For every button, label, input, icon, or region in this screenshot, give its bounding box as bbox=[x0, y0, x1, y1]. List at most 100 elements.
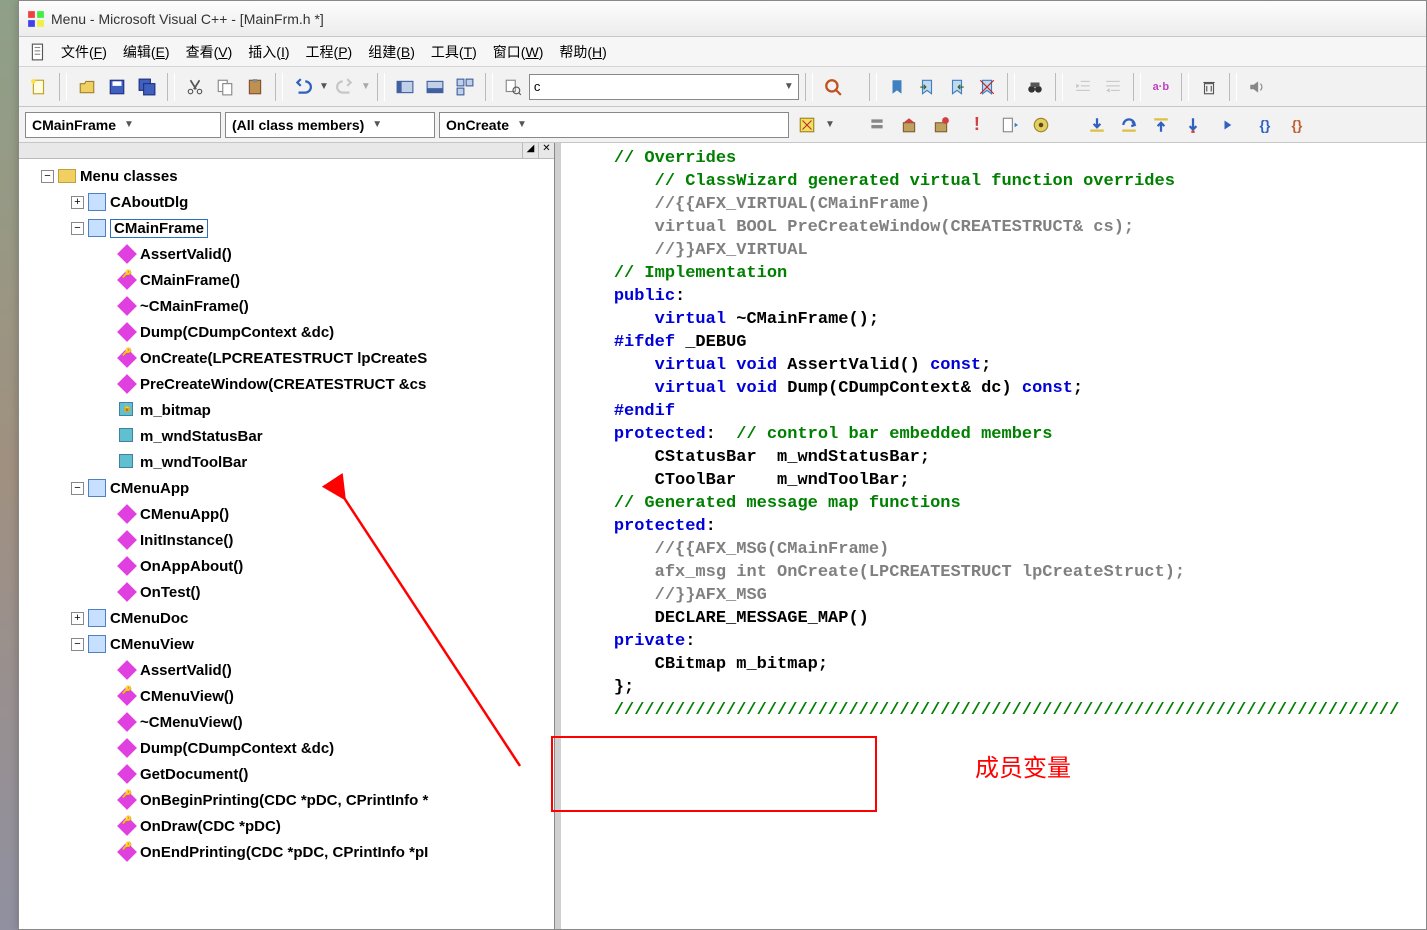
paste-button[interactable] bbox=[241, 73, 269, 101]
tree-node[interactable]: Dump(CDumpContext &dc) bbox=[23, 735, 550, 761]
bookmark-prev-button[interactable] bbox=[943, 73, 971, 101]
class-tree[interactable]: −Menu classes+CAboutDlg−CMainFrameAssert… bbox=[19, 159, 554, 929]
redo-button[interactable] bbox=[331, 73, 359, 101]
tree-node[interactable]: AssertValid() bbox=[23, 657, 550, 683]
cut-button[interactable] bbox=[181, 73, 209, 101]
tree-label[interactable]: CMenuView bbox=[110, 636, 194, 653]
execute-button[interactable]: ! bbox=[963, 111, 991, 139]
tree-label[interactable]: CMenuApp bbox=[110, 480, 189, 497]
tree-node[interactable]: Dump(CDumpContext &dc) bbox=[23, 319, 550, 345]
pane-maximize-button[interactable]: ◢ bbox=[522, 143, 538, 159]
save-button[interactable] bbox=[103, 73, 131, 101]
tree-node[interactable]: CMainFrame() bbox=[23, 267, 550, 293]
workspace-button[interactable] bbox=[391, 73, 419, 101]
tree-label[interactable]: CMainFrame bbox=[110, 219, 208, 238]
menu-t[interactable]: 工具(T) bbox=[423, 39, 485, 65]
go-button[interactable] bbox=[995, 111, 1023, 139]
tree-node[interactable]: OnTest() bbox=[23, 579, 550, 605]
step-over-button[interactable] bbox=[1115, 111, 1143, 139]
wizard-action-button[interactable] bbox=[793, 111, 821, 139]
tree-label[interactable]: GetDocument() bbox=[140, 766, 248, 783]
tree-label[interactable]: m_bitmap bbox=[140, 402, 211, 419]
find-button[interactable] bbox=[819, 73, 847, 101]
pane-close-button[interactable]: ✕ bbox=[538, 143, 554, 159]
tree-label[interactable]: InitInstance() bbox=[140, 532, 233, 549]
tree-node[interactable]: ~CMenuView() bbox=[23, 709, 550, 735]
tree-label[interactable]: OnAppAbout() bbox=[140, 558, 243, 575]
tree-label[interactable]: m_wndToolBar bbox=[140, 454, 247, 471]
tree-label[interactable]: Dump(CDumpContext &dc) bbox=[140, 740, 334, 757]
tree-label[interactable]: PreCreateWindow(CREATESTRUCT &cs bbox=[140, 376, 426, 393]
delete-button[interactable] bbox=[1195, 73, 1223, 101]
ab-button[interactable]: a·b bbox=[1147, 73, 1175, 101]
tree-label[interactable]: Menu classes bbox=[80, 168, 178, 185]
tree-node[interactable]: InitInstance() bbox=[23, 527, 550, 553]
tree-node[interactable]: GetDocument() bbox=[23, 761, 550, 787]
find-combo[interactable]: c ▼ bbox=[529, 74, 799, 100]
tree-node[interactable]: CMenuApp() bbox=[23, 501, 550, 527]
tree-node[interactable]: OnAppAbout() bbox=[23, 553, 550, 579]
tree-label[interactable]: CMenuApp() bbox=[140, 506, 229, 523]
tree-label[interactable]: ~CMenuView() bbox=[140, 714, 243, 731]
tree-toggle[interactable]: − bbox=[41, 170, 54, 183]
menu-f[interactable]: 文件(F) bbox=[53, 39, 115, 65]
binoculars-button[interactable] bbox=[1021, 73, 1049, 101]
tree-node[interactable]: OnEndPrinting(CDC *pDC, CPrintInfo *pI bbox=[23, 839, 550, 865]
tree-node[interactable]: − Menu classes bbox=[23, 163, 550, 189]
menu-e[interactable]: 编辑(E) bbox=[115, 39, 178, 65]
tree-node[interactable]: −CMainFrame bbox=[23, 215, 550, 241]
tree-node[interactable]: ~CMainFrame() bbox=[23, 293, 550, 319]
tree-toggle[interactable]: − bbox=[71, 482, 84, 495]
run-to-cursor-button[interactable] bbox=[1179, 111, 1207, 139]
code-editor-pane[interactable]: // Overrides // ClassWizard generated vi… bbox=[561, 143, 1426, 929]
indent-button[interactable] bbox=[1069, 73, 1097, 101]
build-button[interactable] bbox=[895, 111, 923, 139]
tree-toggle[interactable]: + bbox=[71, 196, 84, 209]
filter-dropdown[interactable]: (All class members) ▼ bbox=[225, 112, 435, 138]
new-button[interactable] bbox=[25, 73, 53, 101]
tree-node[interactable]: m_bitmap bbox=[23, 397, 550, 423]
tree-node[interactable]: m_wndToolBar bbox=[23, 449, 550, 475]
tree-label[interactable]: m_wndStatusBar bbox=[140, 428, 263, 445]
tree-label[interactable]: OnTest() bbox=[140, 584, 201, 601]
step-out-button[interactable] bbox=[1147, 111, 1175, 139]
brace-left-button[interactable]: {} bbox=[1251, 111, 1279, 139]
tree-toggle[interactable]: + bbox=[71, 612, 84, 625]
window-list-button[interactable] bbox=[451, 73, 479, 101]
bookmark-next-button[interactable] bbox=[913, 73, 941, 101]
copy-button[interactable] bbox=[211, 73, 239, 101]
menu-p[interactable]: 工程(P) bbox=[298, 39, 361, 65]
open-button[interactable] bbox=[73, 73, 101, 101]
step-into-button[interactable] bbox=[1083, 111, 1111, 139]
output-button[interactable] bbox=[421, 73, 449, 101]
menu-b[interactable]: 组建(B) bbox=[360, 39, 423, 65]
tree-label[interactable]: CMenuView() bbox=[140, 688, 234, 705]
tree-label[interactable]: OnEndPrinting(CDC *pDC, CPrintInfo *pI bbox=[140, 844, 428, 861]
tree-node[interactable]: CMenuView() bbox=[23, 683, 550, 709]
menu-i[interactable]: 插入(I) bbox=[240, 39, 297, 65]
code-editor[interactable]: // Overrides // ClassWizard generated vi… bbox=[561, 143, 1426, 726]
tree-node[interactable]: m_wndStatusBar bbox=[23, 423, 550, 449]
tree-label[interactable]: OnBeginPrinting(CDC *pDC, CPrintInfo * bbox=[140, 792, 428, 809]
bookmark-toggle-button[interactable] bbox=[883, 73, 911, 101]
tree-node[interactable]: −CMenuView bbox=[23, 631, 550, 657]
unindent-button[interactable] bbox=[1099, 73, 1127, 101]
tree-node[interactable]: OnCreate(LPCREATESTRUCT lpCreateS bbox=[23, 345, 550, 371]
member-dropdown[interactable]: OnCreate ▼ bbox=[439, 112, 789, 138]
tree-node[interactable]: + CMenuDoc bbox=[23, 605, 550, 631]
save-all-button[interactable] bbox=[133, 73, 161, 101]
stop-build-button[interactable] bbox=[927, 111, 955, 139]
tree-node[interactable]: OnDraw(CDC *pDC) bbox=[23, 813, 550, 839]
class-dropdown[interactable]: CMainFrame ▼ bbox=[25, 112, 221, 138]
tree-label[interactable]: CMenuDoc bbox=[110, 610, 188, 627]
breakpoint-button[interactable] bbox=[1027, 111, 1055, 139]
tree-node[interactable]: AssertValid() bbox=[23, 241, 550, 267]
tree-node[interactable]: − CMenuApp bbox=[23, 475, 550, 501]
tree-node[interactable]: OnBeginPrinting(CDC *pDC, CPrintInfo * bbox=[23, 787, 550, 813]
tree-label[interactable]: CAboutDlg bbox=[110, 194, 188, 211]
compile-button[interactable] bbox=[863, 111, 891, 139]
undo-button[interactable] bbox=[289, 73, 317, 101]
menu-h[interactable]: 帮助(H) bbox=[551, 39, 614, 65]
tree-node[interactable]: PreCreateWindow(CREATESTRUCT &cs bbox=[23, 371, 550, 397]
menu-v[interactable]: 查看(V) bbox=[178, 39, 241, 65]
